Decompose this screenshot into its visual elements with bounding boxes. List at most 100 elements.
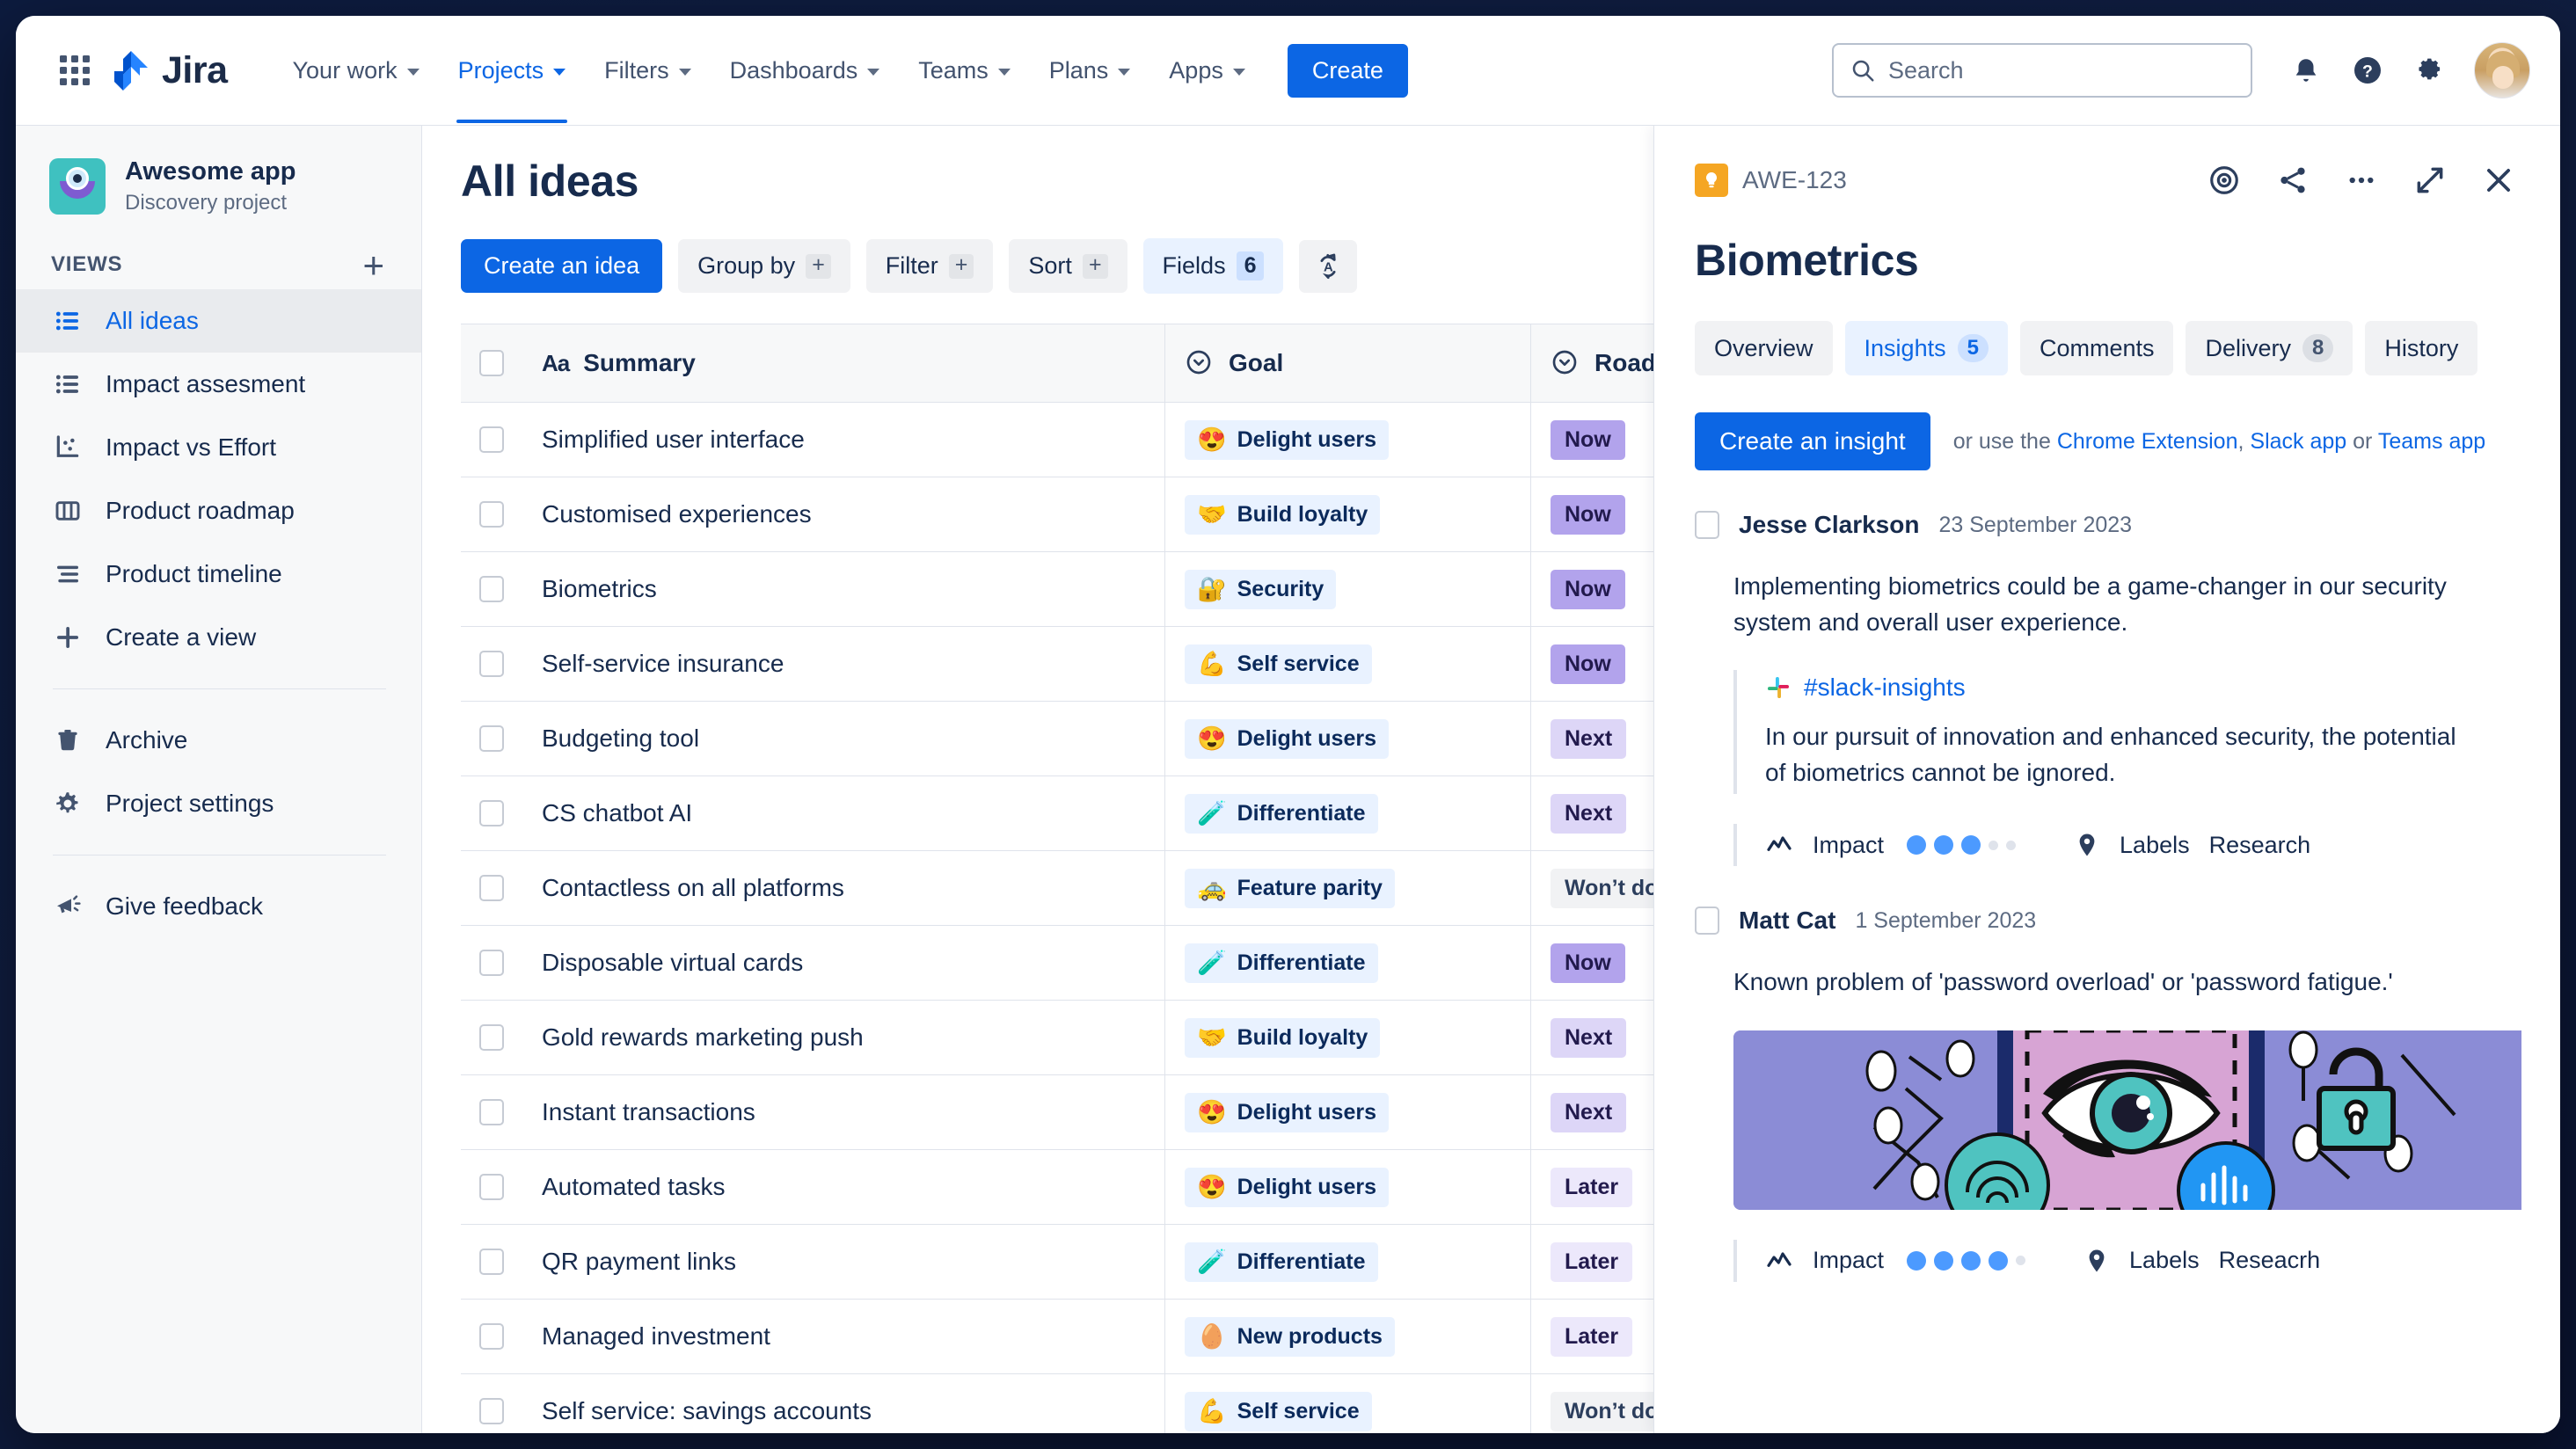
- sidebar-item-product-timeline[interactable]: Product timeline: [16, 542, 421, 606]
- sidebar-item-create-a-view[interactable]: Create a view: [16, 606, 421, 669]
- group-by-button[interactable]: Group by +: [678, 239, 850, 293]
- filter-button[interactable]: Filter +: [865, 239, 994, 293]
- cell-summary[interactable]: QR payment links: [522, 1225, 1164, 1299]
- expand-icon[interactable]: [2407, 157, 2453, 203]
- cell-goal[interactable]: 😍 Delight users: [1164, 403, 1530, 477]
- teams-app-link[interactable]: Teams app: [2378, 429, 2485, 454]
- cell-summary[interactable]: Contactless on all platforms: [522, 851, 1164, 925]
- impact-rating-1[interactable]: [1907, 835, 2017, 856]
- create-button[interactable]: Create: [1287, 43, 1408, 98]
- label-value[interactable]: Reseacrh: [2219, 1247, 2321, 1274]
- row-checkbox[interactable]: [479, 950, 504, 976]
- tab-comments[interactable]: Comments: [2019, 321, 2174, 375]
- auto-sort-az-icon[interactable]: A: [1299, 239, 1358, 293]
- cell-summary[interactable]: Disposable virtual cards: [522, 926, 1164, 1000]
- row-checkbox[interactable]: [479, 1099, 504, 1125]
- sidebar-item-all-ideas[interactable]: All ideas: [16, 289, 421, 353]
- row-checkbox[interactable]: [479, 1323, 504, 1350]
- slack-app-link[interactable]: Slack app: [2250, 429, 2346, 454]
- row-checkbox[interactable]: [479, 426, 504, 453]
- cell-goal[interactable]: 😍 Delight users: [1164, 702, 1530, 775]
- apps-grid-icon[interactable]: [55, 50, 95, 91]
- cell-summary[interactable]: Automated tasks: [522, 1150, 1164, 1224]
- create-idea-button[interactable]: Create an idea: [461, 239, 663, 293]
- cell-goal[interactable]: 💪 Self service: [1164, 1374, 1530, 1433]
- cell-goal[interactable]: 🤝 Build loyalty: [1164, 477, 1530, 551]
- cell-goal[interactable]: 🥚 New products: [1164, 1300, 1530, 1373]
- cell-summary[interactable]: Instant transactions: [522, 1075, 1164, 1149]
- tab-insights[interactable]: Insights 5: [1844, 321, 2008, 375]
- cell-goal[interactable]: 🧪 Differentiate: [1164, 1225, 1530, 1299]
- cell-summary[interactable]: Customised experiences: [522, 477, 1164, 551]
- cell-goal[interactable]: 🔐 Security: [1164, 552, 1530, 626]
- row-checkbox[interactable]: [479, 651, 504, 677]
- search-input[interactable]: Search: [1832, 43, 2252, 98]
- tab-delivery[interactable]: Delivery 8: [2186, 321, 2353, 375]
- row-checkbox[interactable]: [479, 501, 504, 528]
- close-icon[interactable]: [2476, 157, 2521, 203]
- nav-plans[interactable]: Plans: [1030, 45, 1150, 97]
- cell-summary[interactable]: Managed investment: [522, 1300, 1164, 1373]
- sidebar-item-archive[interactable]: Archive: [16, 709, 421, 772]
- nav-your-work[interactable]: Your work: [274, 45, 439, 97]
- row-checkbox[interactable]: [479, 800, 504, 826]
- nav-apps[interactable]: Apps: [1149, 45, 1265, 97]
- more-options-icon[interactable]: [2339, 157, 2384, 203]
- cell-summary[interactable]: Budgeting tool: [522, 702, 1164, 775]
- jira-logo[interactable]: Jira: [111, 49, 228, 92]
- cell-summary[interactable]: CS chatbot AI: [522, 776, 1164, 850]
- cell-summary[interactable]: Self service: savings accounts: [522, 1374, 1164, 1433]
- help-icon[interactable]: ?: [2340, 43, 2395, 98]
- chrome-extension-link[interactable]: Chrome Extension: [2057, 429, 2238, 454]
- create-insight-button[interactable]: Create an insight: [1695, 412, 1930, 470]
- cell-goal[interactable]: 🧪 Differentiate: [1164, 926, 1530, 1000]
- tab-history[interactable]: History: [2365, 321, 2478, 375]
- cell-goal[interactable]: 💪 Self service: [1164, 627, 1530, 701]
- fields-button[interactable]: Fields 6: [1142, 238, 1284, 294]
- cell-goal[interactable]: 🚕 Feature parity: [1164, 851, 1530, 925]
- cell-goal[interactable]: 🤝 Build loyalty: [1164, 1001, 1530, 1074]
- watch-eye-icon[interactable]: [2201, 157, 2247, 203]
- sort-button[interactable]: Sort +: [1009, 239, 1127, 293]
- cell-summary[interactable]: Biometrics: [522, 552, 1164, 626]
- nav-teams[interactable]: Teams: [899, 45, 1030, 97]
- tab-overview[interactable]: Overview: [1695, 321, 1833, 375]
- add-view-button[interactable]: +: [357, 246, 390, 283]
- avatar[interactable]: [2474, 42, 2530, 98]
- row-checkbox[interactable]: [479, 1249, 504, 1275]
- row-checkbox[interactable]: [479, 725, 504, 752]
- row-checkbox[interactable]: [479, 1174, 504, 1200]
- column-header-goal[interactable]: Goal: [1164, 324, 1530, 402]
- cell-summary[interactable]: Simplified user interface: [522, 403, 1164, 477]
- row-checkbox[interactable]: [479, 1398, 504, 1424]
- cell-summary[interactable]: Self-service insurance: [522, 627, 1164, 701]
- issue-key-block[interactable]: AWE-123: [1695, 164, 1847, 197]
- nav-dashboards[interactable]: Dashboards: [711, 45, 900, 97]
- nav-projects[interactable]: Projects: [439, 45, 586, 123]
- cell-goal[interactable]: 😍 Delight users: [1164, 1150, 1530, 1224]
- slack-channel-link[interactable]: #slack-insights: [1804, 674, 1966, 702]
- insight-checkbox[interactable]: [1695, 511, 1719, 539]
- share-icon[interactable]: [2270, 157, 2316, 203]
- sidebar-item-product-roadmap[interactable]: Product roadmap: [16, 479, 421, 542]
- insight-checkbox[interactable]: [1695, 907, 1719, 936]
- row-checkbox[interactable]: [479, 1024, 504, 1051]
- row-checkbox[interactable]: [479, 576, 504, 602]
- sidebar-item-impact-vs-effort[interactable]: Impact vs Effort: [16, 416, 421, 479]
- sidebar-item-project-settings[interactable]: Project settings: [16, 772, 421, 835]
- label-value[interactable]: Research: [2209, 832, 2311, 859]
- column-header-summary[interactable]: Aa Summary: [522, 324, 1164, 402]
- sidebar-item-impact-assesment[interactable]: Impact assesment: [16, 353, 421, 416]
- quote-source[interactable]: #slack-insights: [1765, 674, 2521, 702]
- project-header[interactable]: Awesome app Discovery project: [16, 142, 421, 238]
- cell-goal[interactable]: 🧪 Differentiate: [1164, 776, 1530, 850]
- sidebar-item-give-feedback[interactable]: Give feedback: [16, 875, 421, 938]
- notifications-icon[interactable]: [2279, 43, 2333, 98]
- settings-icon[interactable]: [2402, 43, 2456, 98]
- cell-goal[interactable]: 😍 Delight users: [1164, 1075, 1530, 1149]
- select-all-checkbox[interactable]: [479, 350, 504, 376]
- row-checkbox[interactable]: [479, 875, 504, 901]
- impact-rating-2[interactable]: [1907, 1250, 2026, 1271]
- cell-summary[interactable]: Gold rewards marketing push: [522, 1001, 1164, 1074]
- nav-filters[interactable]: Filters: [585, 45, 711, 97]
